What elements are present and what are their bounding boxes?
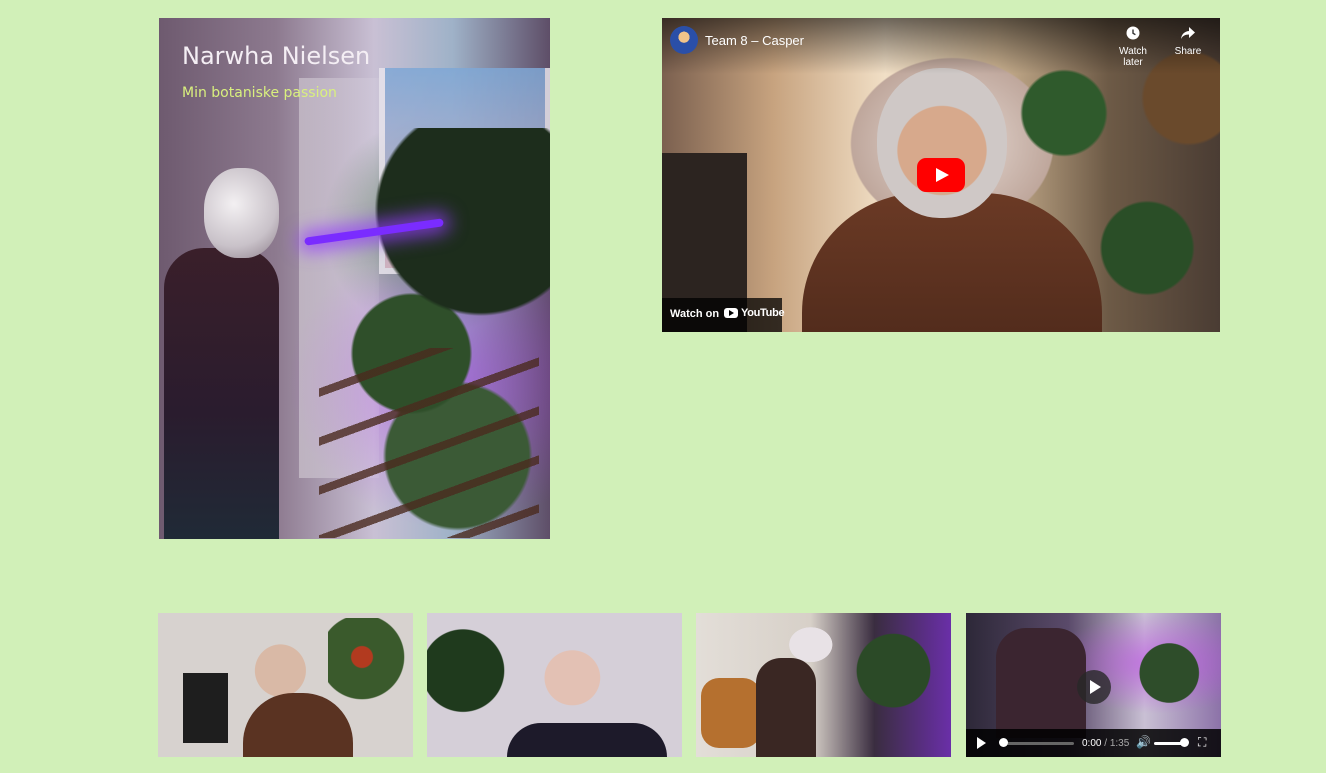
thumb-person xyxy=(996,628,1086,738)
share-arrow-icon xyxy=(1163,26,1213,46)
page-title: Narwha Nielsen xyxy=(182,42,371,70)
thumb-tv xyxy=(183,673,228,743)
gallery-thumbnail-1[interactable] xyxy=(158,613,413,757)
share-label: Share xyxy=(1174,46,1202,57)
gallery-thumbnail-3[interactable] xyxy=(696,613,951,757)
share-button[interactable]: Share xyxy=(1163,26,1213,57)
youtube-play-icon[interactable] xyxy=(917,158,965,192)
thumb-person xyxy=(756,658,816,757)
watch-later-button[interactable]: Watch later xyxy=(1108,26,1158,68)
hero-person-head xyxy=(204,168,279,258)
progress-handle[interactable] xyxy=(999,738,1008,747)
video-title-link[interactable]: Team 8 – Casper xyxy=(705,33,804,48)
current-time: 0:00 xyxy=(1082,738,1102,749)
thumb-chair xyxy=(701,678,761,748)
youtube-logo-icon xyxy=(724,308,738,318)
page-subtitle: Min botaniske passion xyxy=(182,85,337,101)
yt-person-face xyxy=(877,68,1007,218)
hero-photo: Narwha Nielsen Min botaniske passion xyxy=(159,18,550,539)
volume-handle[interactable] xyxy=(1180,738,1189,747)
hero-person xyxy=(164,248,279,539)
youtube-logo: YouTube xyxy=(724,307,785,319)
thumb-person xyxy=(507,723,667,757)
hero-plant-shelf xyxy=(319,348,539,538)
gallery-video-player[interactable]: 0:00 / 1:35 🔊 ⛶ xyxy=(966,613,1221,757)
youtube-embed[interactable]: Team 8 – Casper Watch later Share Watch … xyxy=(662,18,1220,332)
thumb-plants xyxy=(1106,618,1221,728)
progress-bar[interactable] xyxy=(1000,742,1074,745)
fullscreen-icon[interactable]: ⛶ xyxy=(1198,735,1206,750)
play-overlay-icon[interactable] xyxy=(1077,670,1111,704)
watch-on-youtube-button[interactable]: Watch on YouTube xyxy=(662,298,785,332)
thumb-plants xyxy=(427,613,517,757)
clock-icon xyxy=(1108,26,1158,46)
channel-avatar[interactable] xyxy=(670,26,698,54)
youtube-wordmark: YouTube xyxy=(741,307,785,319)
time-separator: / xyxy=(1104,738,1108,749)
time-display: 0:00 / 1:35 xyxy=(1082,738,1129,749)
thumb-plants xyxy=(836,613,951,757)
play-icon[interactable] xyxy=(977,737,986,749)
gallery-thumbnail-2[interactable] xyxy=(427,613,682,757)
video-controls: 0:00 / 1:35 🔊 ⛶ xyxy=(966,729,1221,757)
duration: 1:35 xyxy=(1109,738,1130,749)
watch-later-label: Watch later xyxy=(1119,46,1147,68)
watch-on-label: Watch on xyxy=(670,308,720,320)
speaker-icon[interactable]: 🔊 xyxy=(1136,735,1151,749)
